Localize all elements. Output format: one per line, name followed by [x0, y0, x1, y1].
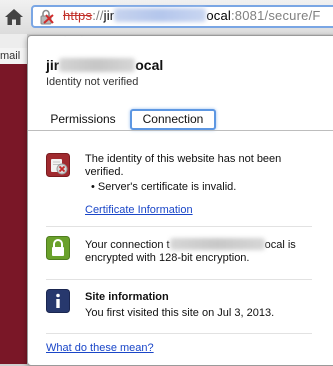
connection-message-line2: encrypted with 128-bit encryption. [85, 252, 250, 264]
broken-lock-icon[interactable] [39, 9, 55, 25]
url-text[interactable]: https://jir ocal:8081/secure/F [63, 8, 321, 23]
help-link[interactable]: What do these mean? [46, 342, 154, 354]
url-separator: :// [92, 8, 104, 23]
site-info-popup: jir ocal Identity not verified Permission… [27, 35, 333, 366]
page-visible-text: mail [0, 50, 21, 62]
identity-error-icon [46, 153, 70, 177]
tab-permissions[interactable]: Permissions [46, 109, 120, 130]
browser-toolbar: https://jir ocal:8081/secure/F [0, 0, 333, 34]
redacted-host [114, 8, 207, 22]
address-bar[interactable]: https://jir ocal:8081/secure/F [31, 5, 333, 28]
url-path: :8081/secure/F [231, 8, 321, 23]
site-name-end: ocal [135, 57, 164, 73]
site-name: jir ocal [46, 57, 163, 73]
connection-message-end: ocal is [264, 239, 296, 251]
tab-connection[interactable]: Connection [130, 109, 216, 130]
section-divider [46, 279, 312, 280]
site-name-start: jir [46, 57, 60, 73]
section-divider [46, 226, 312, 227]
section-divider [46, 333, 312, 334]
popup-arrow [64, 36, 83, 45]
redacted-site-name [59, 58, 136, 72]
connection-message-start: Your connection t [85, 239, 170, 251]
identity-message: The identity of this website has not bee… [85, 153, 282, 178]
identity-status: Identity not verified [46, 76, 139, 88]
url-scheme: https [63, 8, 93, 23]
site-information-message: You first visited this site on Jul 3, 20… [85, 307, 275, 319]
home-icon[interactable] [4, 7, 24, 27]
page-background [0, 64, 27, 364]
certificate-information-link[interactable]: Certificate Information [85, 204, 193, 216]
connection-message: Your connection t ocal is encrypted with 1… [85, 238, 320, 265]
tab-divider [28, 130, 333, 131]
certificate-invalid-bullet: • Server's certificate is invalid. [91, 181, 237, 193]
site-information-title: Site information [85, 291, 169, 303]
info-icon [46, 289, 70, 313]
page-header-strip [0, 34, 27, 48]
url-host-start: jir [103, 8, 115, 23]
redacted-connection-host [169, 238, 265, 250]
url-host-end: ocal [206, 8, 231, 23]
connection-lock-icon [46, 236, 70, 260]
